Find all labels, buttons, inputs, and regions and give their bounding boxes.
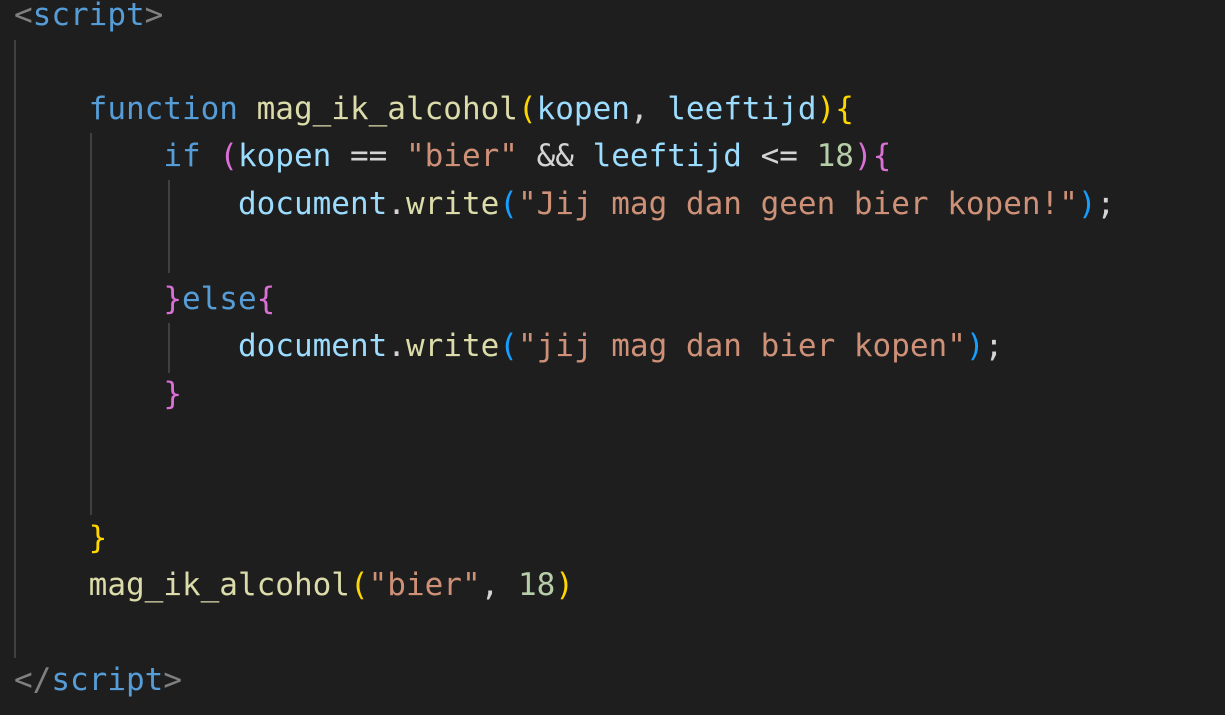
- keyword-function: function: [88, 91, 238, 127]
- function-name: mag_ik_alcohol: [256, 91, 518, 127]
- function-call-name: mag_ik_alcohol: [88, 567, 350, 603]
- code-line-7[interactable]: }else{: [14, 276, 275, 323]
- code-line-12[interactable]: }: [14, 515, 108, 562]
- object-document: document: [237, 328, 388, 364]
- string-message: "Jij mag dan geen bier kopen!": [517, 186, 1078, 222]
- brace-open: {: [835, 91, 854, 127]
- method-write: write: [405, 328, 500, 364]
- paren-close: ): [965, 328, 985, 364]
- tag-name: script: [32, 0, 145, 33]
- string-message: "jij mag dan bier kopen": [517, 328, 966, 364]
- paren-open: (: [499, 328, 518, 364]
- comma: ,: [480, 567, 518, 603]
- keyword-if: if: [163, 138, 201, 174]
- paren-open: (: [219, 138, 238, 174]
- brace-open: {: [872, 138, 892, 174]
- code-line-9[interactable]: }: [14, 371, 182, 418]
- comma: ,: [629, 91, 668, 127]
- brace-open: {: [256, 281, 276, 317]
- paren-open: (: [499, 186, 518, 222]
- code-line-5[interactable]: document.write("Jij mag dan geen bier ko…: [14, 181, 1115, 228]
- dot: .: [387, 186, 406, 222]
- number-18: 18: [816, 138, 854, 174]
- paren-open: (: [517, 91, 537, 127]
- semicolon: ;: [1096, 186, 1116, 222]
- tag-close-bracket: >: [163, 662, 182, 698]
- code-line-15[interactable]: </script>: [14, 657, 182, 704]
- brace-close: }: [163, 281, 182, 317]
- tag-name: script: [51, 662, 164, 698]
- number-18: 18: [517, 567, 556, 603]
- paren-close: ): [816, 91, 836, 127]
- param-leeftijd: leeftijd: [667, 91, 817, 127]
- dot: .: [387, 328, 406, 364]
- tag-open-bracket: </: [14, 662, 52, 698]
- paren-open: (: [349, 567, 369, 603]
- tag-open-bracket: <: [14, 0, 33, 33]
- code-line-1[interactable]: <script>: [14, 0, 163, 39]
- code-line-3[interactable]: function mag_ik_alcohol(kopen, leeftijd)…: [14, 86, 854, 133]
- string-bier: "bier": [368, 567, 481, 603]
- keyword-else: else: [181, 281, 257, 317]
- tag-close-bracket: >: [144, 0, 164, 33]
- object-document: document: [237, 186, 388, 222]
- code-line-13[interactable]: mag_ik_alcohol("bier", 18): [14, 562, 574, 609]
- semicolon: ;: [984, 328, 1004, 364]
- param-kopen: kopen: [536, 91, 630, 127]
- operator-and: &&: [517, 138, 593, 174]
- string-bier: "bier": [405, 138, 518, 174]
- var-kopen: kopen: [237, 138, 332, 174]
- paren-close: ): [853, 138, 873, 174]
- paren-close: ): [555, 567, 574, 603]
- code-line-8[interactable]: document.write("jij mag dan bier kopen")…: [14, 323, 1003, 370]
- brace-close: }: [163, 376, 182, 412]
- operator-lte: <=: [741, 138, 817, 174]
- paren-close: ): [1077, 186, 1097, 222]
- operator-equals: ==: [331, 138, 406, 174]
- code-line-4[interactable]: if (kopen == "bier" && leeftijd <= 18){: [14, 133, 891, 180]
- code-editor[interactable]: <script> function mag_ik_alcohol(kopen, …: [0, 0, 1225, 715]
- brace-close: }: [88, 520, 108, 556]
- method-write: write: [405, 186, 500, 222]
- var-leeftijd: leeftijd: [592, 138, 742, 174]
